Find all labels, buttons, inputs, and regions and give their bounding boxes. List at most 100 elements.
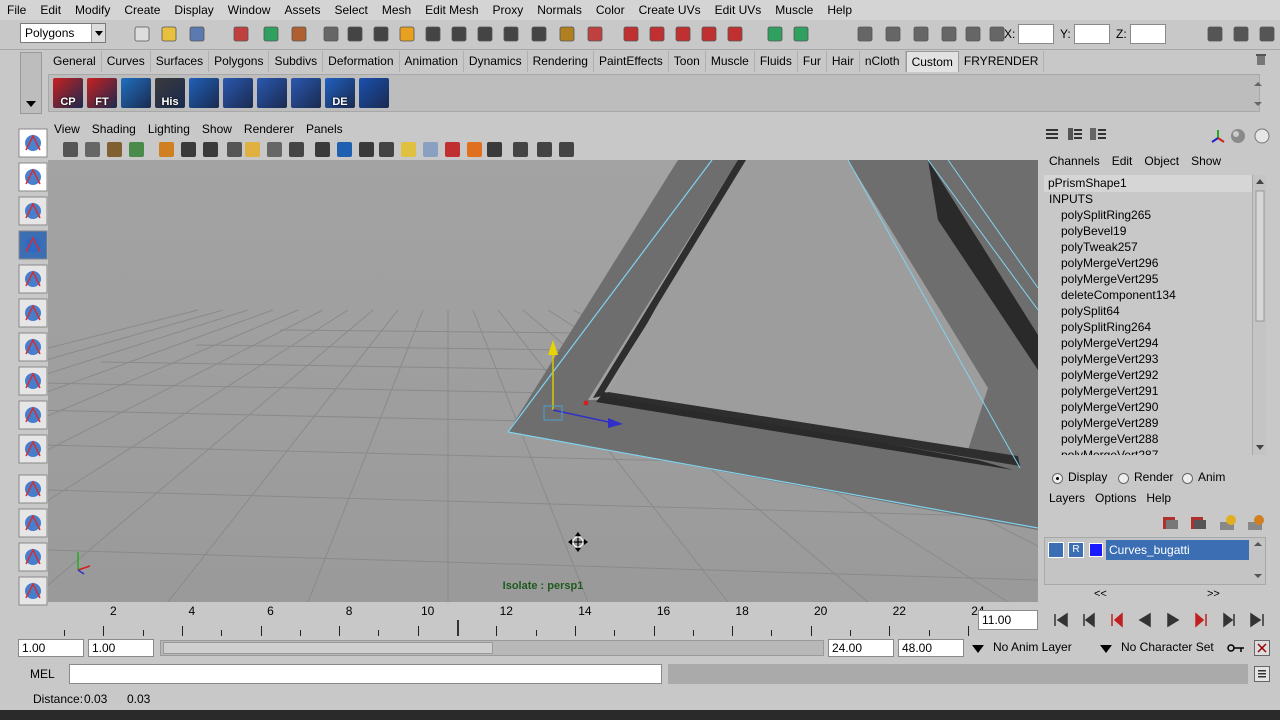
attribute-view-icon[interactable] (1090, 128, 1106, 140)
command-input[interactable] (69, 664, 662, 684)
viewport-menu-show[interactable]: Show (196, 120, 238, 138)
layer-color-swatch[interactable] (1089, 543, 1103, 557)
input-ops-icon[interactable] (648, 25, 666, 43)
isolate-select-icon[interactable] (486, 141, 503, 158)
anim-layer-dropdown[interactable]: No Anim Layer (993, 640, 1093, 654)
tab-hair[interactable]: Hair (827, 51, 860, 72)
current-time-marker[interactable] (457, 620, 459, 636)
flat-shade-icon[interactable] (358, 141, 375, 158)
select-component-icon[interactable] (290, 25, 308, 43)
channels-icon[interactable] (1046, 128, 1058, 140)
new-scene-icon[interactable] (133, 25, 151, 43)
lock-icon[interactable] (558, 25, 576, 43)
menu-proxy[interactable]: Proxy (486, 0, 531, 20)
snap-surface-icon[interactable] (586, 25, 604, 43)
shelf-button-tool-2[interactable] (121, 78, 151, 108)
film-gate-icon[interactable] (180, 141, 197, 158)
input-node[interactable]: polyMergeVert291 (1061, 383, 1158, 399)
menu-window[interactable]: Window (221, 0, 278, 20)
input-node[interactable]: polyMergeVert287 (1061, 447, 1158, 455)
resolution-gate-icon[interactable] (202, 141, 219, 158)
gate-mask-icon[interactable] (226, 141, 243, 158)
playback-start-field[interactable]: 1.00 (88, 639, 154, 657)
tab-toon[interactable]: Toon (669, 51, 706, 72)
tab-ncloth[interactable]: nCloth (860, 51, 906, 72)
shelf-menu-button[interactable] (20, 52, 42, 114)
shelf-button-tool-5[interactable] (223, 78, 253, 108)
channel-menu-edit[interactable]: Edit (1106, 154, 1139, 168)
safe-action-icon[interactable] (266, 141, 283, 158)
sphere-icon[interactable] (1230, 128, 1246, 144)
menu-edit-uvs[interactable]: Edit UVs (708, 0, 769, 20)
key-icon[interactable] (1226, 641, 1246, 655)
open-scene-icon[interactable] (160, 25, 178, 43)
radio-anim[interactable] (1182, 473, 1193, 484)
trash-icon[interactable] (1254, 52, 1268, 66)
play-forward-icon[interactable] (1162, 611, 1184, 629)
menu-file[interactable]: File (0, 0, 33, 20)
menu-muscle[interactable]: Muscle (768, 0, 820, 20)
select-object-icon[interactable] (262, 25, 280, 43)
tab-curves[interactable]: Curves (102, 51, 151, 72)
xray-joints-icon[interactable] (536, 141, 553, 158)
step-forward-key-icon[interactable] (1190, 611, 1212, 629)
viewport-menu-renderer[interactable]: Renderer (238, 120, 300, 138)
layer-options-icon[interactable] (1246, 514, 1266, 532)
render-icon[interactable] (766, 25, 784, 43)
hypershade-icon[interactable] (884, 25, 902, 43)
bounding-box-icon[interactable] (378, 141, 395, 158)
tab-fluids[interactable]: Fluids (755, 51, 798, 72)
render-view-icon[interactable] (912, 25, 930, 43)
last-tool-icon[interactable] (18, 434, 48, 464)
menu-normals[interactable]: Normals (530, 0, 589, 20)
save-scene-icon[interactable] (188, 25, 206, 43)
tool-settings-icon[interactable] (1232, 25, 1250, 43)
construction-off-icon[interactable] (726, 25, 744, 43)
snap-point-icon[interactable] (530, 25, 548, 43)
playback-end-field[interactable]: 24.00 (828, 639, 894, 657)
rotate-tool-icon[interactable] (18, 264, 48, 294)
select-vertex-icon[interactable] (372, 25, 390, 43)
menu-modify[interactable]: Modify (68, 0, 117, 20)
z-field[interactable] (1130, 24, 1166, 44)
channel-box-object[interactable]: pPrismShape1 (1044, 175, 1254, 192)
layer-nav-left[interactable]: << (1094, 588, 1107, 600)
y-field[interactable] (1074, 24, 1110, 44)
input-node[interactable]: polySplit64 (1061, 303, 1120, 319)
input-node[interactable]: polySplitRing265 (1061, 207, 1151, 223)
channel-menu-object[interactable]: Object (1138, 154, 1185, 168)
input-node[interactable]: deleteComponent134 (1061, 287, 1176, 303)
smooth-shade-icon[interactable] (336, 141, 353, 158)
shelf-scroll[interactable] (1252, 80, 1264, 108)
render-globals-icon[interactable] (940, 25, 958, 43)
paint-select-tool-icon[interactable] (18, 196, 48, 226)
select-mode-icon[interactable] (346, 25, 364, 43)
menu-select[interactable]: Select (327, 0, 374, 20)
select-face-icon[interactable] (424, 25, 442, 43)
layers-view-icon[interactable] (1068, 128, 1082, 140)
menu-mesh[interactable]: Mesh (375, 0, 418, 20)
field-chart-icon[interactable] (244, 141, 261, 158)
manipulator-tool-icon[interactable] (18, 332, 48, 362)
menu-edit-mesh[interactable]: Edit Mesh (418, 0, 485, 20)
camera-select-icon[interactable] (62, 141, 79, 158)
tab-muscle[interactable]: Muscle (706, 51, 755, 72)
menu-color[interactable]: Color (589, 0, 632, 20)
menu-create[interactable]: Create (117, 0, 167, 20)
tab-painteffects[interactable]: PaintEffects (594, 51, 669, 72)
shelf-button-ft[interactable]: FT (87, 78, 117, 108)
shadows-icon[interactable] (558, 141, 575, 158)
tab-surfaces[interactable]: Surfaces (151, 51, 210, 72)
outliner-layout-icon[interactable] (18, 576, 48, 606)
step-back-icon[interactable] (1078, 611, 1100, 629)
tab-deformation[interactable]: Deformation (323, 51, 400, 72)
wireframe-icon[interactable] (314, 141, 331, 158)
step-back-key-icon[interactable] (1106, 611, 1128, 629)
layer-name[interactable]: Curves_bugatti (1106, 540, 1249, 560)
range-slider-track[interactable] (160, 640, 824, 656)
channel-box-icon[interactable] (1258, 25, 1276, 43)
four-view-layout-icon[interactable] (18, 508, 48, 538)
channel-menu-show[interactable]: Show (1185, 154, 1227, 168)
tab-polygons[interactable]: Polygons (209, 51, 270, 72)
safe-title-icon[interactable] (288, 141, 305, 158)
